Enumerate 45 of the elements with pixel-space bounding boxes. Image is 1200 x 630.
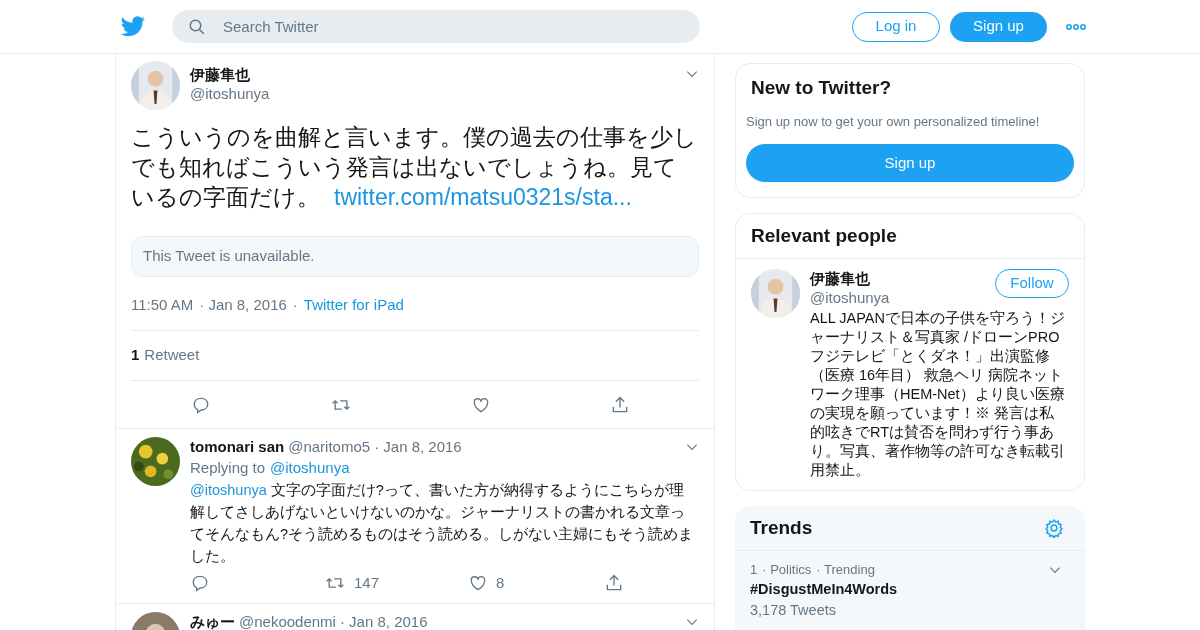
card-title: Trends <box>750 515 813 540</box>
person-bio: ALL JAPANで日本の子供を守ろう！ジャーナリスト＆写真家 /ドローンPRO フジテレビ「とくダネ！」出演監修（医療 16年目） 救急ヘリ 病院ネットワーク理事（HEM-Net）より良い医療の実現を願っています！※ 発言は私的呟きでRTは賛否を問わず行う事あり。写真、著作物等の許可なき転載引用禁止。 <box>810 309 1066 480</box>
tweet-time: 11:50 AM <box>131 294 194 315</box>
mention-link[interactable]: @itoshunya <box>190 482 267 498</box>
retweet-label[interactable]: Retweet <box>144 344 200 367</box>
signup-button[interactable]: Sign up <box>746 144 1074 182</box>
card-text: Sign up now to get your own personalized timeline! <box>746 112 1041 131</box>
card-title: New to Twitter? <box>750 76 893 100</box>
more-icon[interactable] <box>1066 22 1086 31</box>
share-icon[interactable] <box>604 573 624 593</box>
trend-status: · Trending <box>816 561 875 579</box>
person-name[interactable]: 伊藤隼也 <box>810 269 890 288</box>
author-handle[interactable]: @naritomo5 <box>288 437 371 457</box>
settings-icon[interactable] <box>1044 518 1064 538</box>
author-handle[interactable]: @itoshunya <box>190 84 270 103</box>
source-link[interactable]: Twitter for iPad <box>303 293 404 317</box>
replying-label: Replying to <box>190 458 266 478</box>
trend-count: 3,178 Tweets <box>750 601 837 620</box>
signup-button[interactable]: Sign up <box>950 11 1047 42</box>
tweet-date[interactable]: · Jan 8, 2016 <box>374 437 462 457</box>
reply-icon[interactable] <box>190 573 210 593</box>
tweet-text: こういうのを曲解と言います。僕の過去の仕事を少しでも知ればこういう発言は出ないでしょうね。見ているの字面だけ。 twitter.com/matsu0321s/sta... <box>131 123 698 212</box>
tweet-date[interactable]: · Jan 8, 2016 <box>339 612 428 630</box>
trend-tag[interactable]: #DisgustMeIn4Words <box>750 579 1048 599</box>
author-name[interactable]: みゅー <box>190 612 235 630</box>
reply-text: @itoshunya 文字の字面だけ?って、書いた方が納得するようにこちらが理解してさしあげないといけないのかな。ジャーナリストの書かれる文章ってそんなもん?そう読めるものはそう読める。しがない主婦にもそう読めました。 <box>190 481 695 566</box>
author-name[interactable]: 伊藤隼也 <box>190 65 270 84</box>
tweet-date: · Jan 8, 2016 <box>199 294 287 315</box>
person-handle[interactable]: @itoshunya <box>810 288 890 307</box>
trend-category: · Politics <box>762 561 812 579</box>
author-name[interactable]: tomonari san <box>190 437 285 457</box>
author-handle[interactable]: @nekoodenmi <box>239 612 336 630</box>
retweet-count[interactable]: 1 <box>131 344 140 367</box>
mention-link[interactable]: @itoshunya <box>270 458 350 478</box>
heart-icon[interactable] <box>468 573 488 593</box>
bird-logo[interactable] <box>120 15 146 38</box>
separator-dot: · <box>292 294 298 315</box>
like-count: 8 <box>496 572 505 593</box>
quoted-tweet: This Tweet is unavailable. <box>131 236 699 277</box>
trend-rank: 1 <box>750 561 758 579</box>
retweet-count: 147 <box>354 572 380 593</box>
tweet-link[interactable]: twitter.com/matsu0321s/sta... <box>334 184 632 210</box>
search-field[interactable]: Search Twitter <box>172 10 700 43</box>
card-title: Relevant people <box>736 214 1084 259</box>
search-icon <box>188 18 206 36</box>
